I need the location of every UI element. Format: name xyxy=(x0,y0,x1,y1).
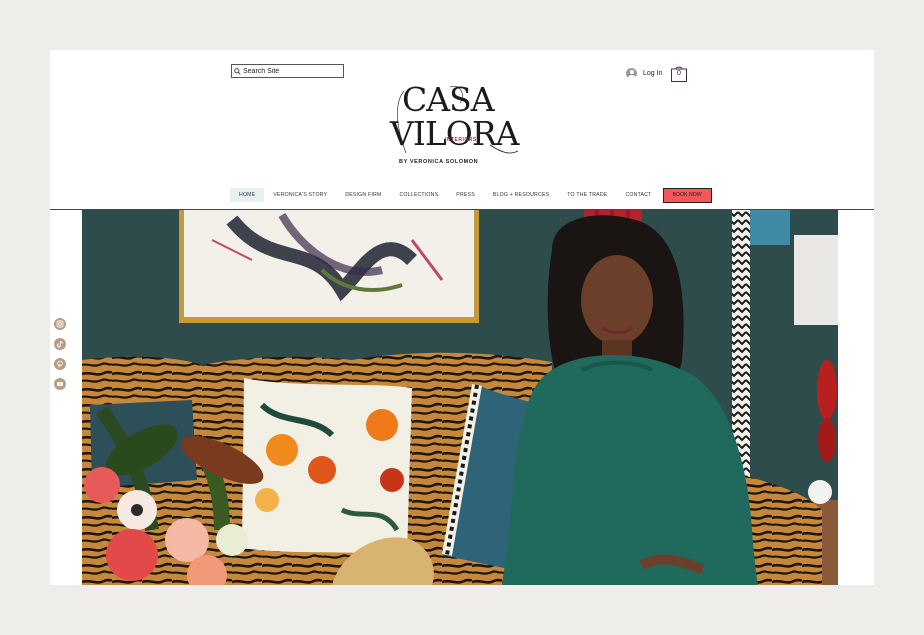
nav-item-blog-resources[interactable]: BLOG + RESOURCES xyxy=(484,188,558,202)
hero-photo-illustration xyxy=(82,210,838,585)
user-avatar-icon xyxy=(626,68,637,79)
logo-word-casa: CASA xyxy=(402,80,495,119)
instagram-icon[interactable] xyxy=(54,318,66,330)
hero-image xyxy=(82,210,838,585)
cart-button[interactable]: 0 xyxy=(671,65,687,82)
nav-item-collections[interactable]: COLLECTIONS xyxy=(390,188,447,202)
logo-word-vilora: VILORA xyxy=(390,114,520,153)
youtube-icon[interactable] xyxy=(54,378,66,390)
pinterest-icon[interactable] xyxy=(54,358,66,370)
search-icon xyxy=(234,67,241,75)
login-label: Log In xyxy=(643,70,663,77)
site-logo[interactable]: CASA VILORA INTERIORS BY VERONICA SOLOMO… xyxy=(390,83,520,168)
logo-byline: BY VERONICA SOLOMON xyxy=(399,159,479,165)
login-button[interactable]: Log In xyxy=(626,68,662,79)
tiktok-icon[interactable] xyxy=(54,338,66,350)
social-bar xyxy=(54,318,66,390)
site-frame: Log In 0 CASA VILORA INTERIORS BY VERONI… xyxy=(50,50,874,585)
nav-item-veronicas-story[interactable]: VERONICA'S STORY xyxy=(264,188,336,202)
cart-count: 0 xyxy=(677,70,681,77)
main-nav: HOME VERONICA'S STORY DESIGN FIRM COLLEC… xyxy=(230,187,712,203)
search-input[interactable] xyxy=(241,65,338,77)
nav-item-design-firm[interactable]: DESIGN FIRM xyxy=(336,188,390,202)
nav-item-contact[interactable]: CONTACT xyxy=(616,188,660,202)
nav-item-home[interactable]: HOME xyxy=(230,188,265,202)
search-box[interactable] xyxy=(231,64,344,78)
book-now-button[interactable]: BOOK NOW xyxy=(662,187,712,203)
logo-interiors: INTERIORS xyxy=(445,137,477,143)
nav-item-press[interactable]: PRESS xyxy=(447,188,484,202)
nav-item-to-the-trade[interactable]: TO THE TRADE xyxy=(558,188,616,202)
